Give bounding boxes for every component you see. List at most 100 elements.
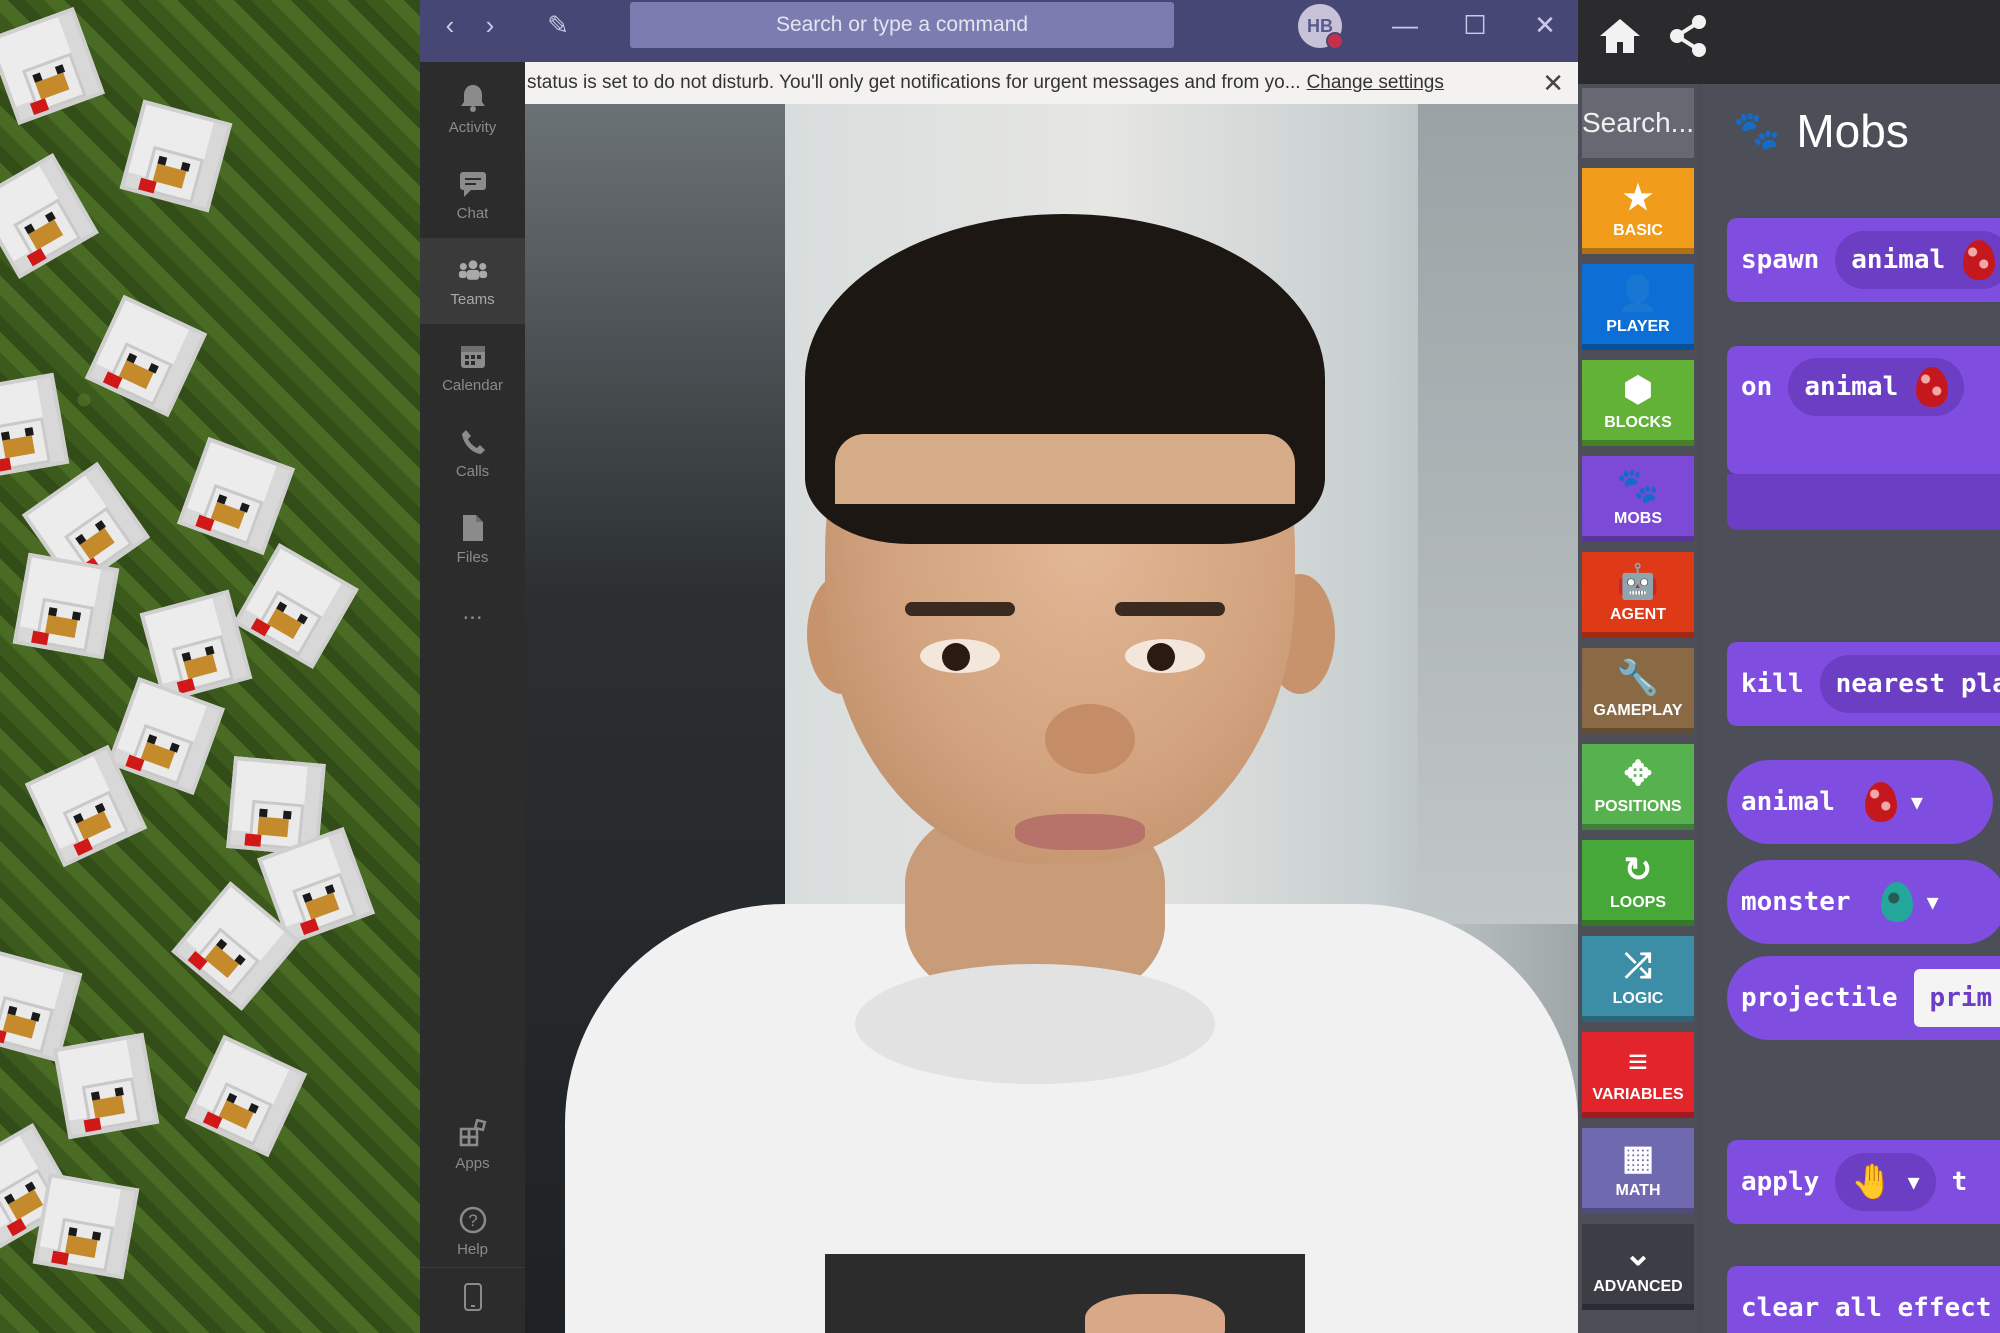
minecraft-chicken [52,1032,160,1140]
toolbox-category-gameplay[interactable]: 🔧 GAMEPLAY [1582,648,1694,734]
rail-item-chat[interactable]: Chat [420,152,525,238]
rail-item-teams[interactable]: Teams [420,238,525,324]
spawn-block[interactable]: spawn animal [1727,218,2000,302]
positions-category-icon: ✥ [1623,755,1653,793]
minecraft-world-view [0,0,420,1333]
home-icon[interactable] [1598,16,1642,61]
toolbox-category-logic[interactable]: ⤮ LOGIC [1582,936,1694,1022]
toolbox-search-input[interactable]: Search... [1582,88,1694,158]
clear-effects-block[interactable]: clear all effect [1727,1266,2000,1333]
toolbox-category-blocks[interactable]: ⬢ BLOCKS [1582,360,1694,446]
block-keyword: spawn [1741,245,1820,275]
category-label: POSITIONS [1594,798,1682,815]
flyout-title: Mobs [1796,105,1909,157]
bell-icon [458,83,488,113]
rail-label-help: Help [457,1240,488,1258]
toolbox-category-positions[interactable]: ✥ POSITIONS [1582,744,1694,830]
toolbox-category-basic[interactable]: ★ BASIC [1582,168,1694,254]
rail-item-files[interactable]: Files [420,496,525,582]
toolbox-category-advanced[interactable]: ⌄ ADVANCED [1582,1224,1694,1310]
category-label: ADVANCED [1593,1278,1683,1295]
compose-button[interactable]: ✎ [538,0,578,50]
category-label: BASIC [1613,222,1663,239]
on-animal-event-block[interactable]: on animal [1727,346,2000,474]
forward-button[interactable]: › [470,0,510,50]
mobile-device-icon [458,1282,488,1312]
effect-slot[interactable]: 🤚 ▼ [1835,1153,1936,1211]
rail-item-apps[interactable]: Apps [420,1102,525,1188]
rail-item-mobile[interactable] [420,1267,525,1332]
minecraft-chicken [84,294,208,418]
makecode-editor: Search... ★ BASIC 👤 PLAYER ⬢ BLOCKS 🐾 MOBS 🤖 AGEN… [1578,0,2000,1333]
command-search-input[interactable]: Search or type a command [630,2,1174,48]
block-keyword: projectile [1741,983,1898,1013]
toolbox-category-agent[interactable]: 🤖 AGENT [1582,552,1694,638]
kill-block[interactable]: kill nearest pla [1727,642,2000,726]
dropdown-caret-icon[interactable]: ▼ [1927,890,1939,914]
minecraft-chicken [0,7,105,125]
banner-text: status is set to do not disturb. You'll … [527,72,1301,93]
block-slot[interactable]: nearest pla [1819,655,2000,713]
rail-item-more[interactable]: ... [420,582,525,642]
spawn-egg-icon [1916,367,1949,407]
category-label: AGENT [1610,606,1666,623]
toolbox-category-loops[interactable]: ↻ LOOPS [1582,840,1694,926]
category-label: VARIABLES [1592,1086,1684,1103]
block-keyword: kill [1741,669,1804,699]
mobs-flyout: 🐾 Mobs spawn animal on animal kill neare… [1703,84,2000,1333]
projectile-value-block[interactable]: projectile prim [1727,956,2000,1040]
dropdown-caret-icon[interactable]: ▼ [1908,1170,1920,1194]
apps-icon [458,1118,488,1149]
teams-window: ‹ › ✎ Search or type a command HB — ☐ ✕ … [420,0,1578,1333]
minecraft-chicken [107,677,225,795]
calendar-icon [458,341,488,371]
share-icon[interactable] [1668,14,1708,63]
banner-close-icon[interactable]: ✕ [1542,68,1564,99]
rail-item-calls[interactable]: Calls [420,410,525,496]
monster-value-block[interactable]: monster ▼ [1727,860,2000,944]
makecode-header [1578,0,2000,84]
agent-category-icon: 🤖 [1616,563,1660,601]
minecraft-chicken [12,552,120,660]
phone-icon [458,427,488,457]
rail-label-activity: Activity [448,118,497,136]
category-label: LOGIC [1612,990,1664,1007]
block-slot[interactable]: animal [1788,358,1965,416]
minimize-button[interactable]: — [1380,0,1430,50]
category-label: GAMEPLAY [1593,702,1683,719]
basic-category-icon: ★ [1622,179,1654,217]
toolbox-category-variables[interactable]: ≡ VARIABLES [1582,1032,1694,1118]
maximize-button[interactable]: ☐ [1450,0,1500,50]
dropdown-caret-icon[interactable]: ▼ [1911,790,1923,814]
loops-category-icon: ↻ [1623,851,1653,889]
block-keyword: monster [1741,887,1851,917]
category-label: MOBS [1614,510,1662,527]
avatar[interactable]: HB [1298,4,1344,50]
block-slot[interactable]: prim [1913,969,2000,1027]
rail-item-calendar[interactable]: Calendar [420,324,525,410]
toolbox: Search... ★ BASIC 👤 PLAYER ⬢ BLOCKS 🐾 MOBS 🤖 AGEN… [1578,84,1698,1333]
animal-value-block[interactable]: animal ▼ [1727,760,1993,844]
rail-item-help[interactable]: ? Help [420,1188,525,1274]
change-settings-link[interactable]: Change settings [1307,72,1444,94]
category-label: MATH [1615,1182,1661,1199]
back-button[interactable]: ‹ [430,0,470,50]
toolbox-category-player[interactable]: 👤 PLAYER [1582,264,1694,350]
apply-effect-block[interactable]: apply 🤚 ▼ t [1727,1140,2000,1224]
chat-icon [458,169,488,199]
title-bar: ‹ › ✎ Search or type a command HB — ☐ ✕ [420,0,1578,62]
rail-item-activity[interactable]: Activity [420,66,525,152]
help-icon: ? [458,1205,488,1235]
spawn-egg-icon [1963,240,1996,280]
spawn-egg-icon [1864,782,1897,822]
close-button[interactable]: ✕ [1520,0,1570,50]
minecraft-chicken [32,1172,140,1280]
svg-text:?: ? [468,1211,477,1230]
toolbox-category-mobs[interactable]: 🐾 MOBS [1582,456,1694,542]
toolbox-category-math[interactable]: ▦ MATH [1582,1128,1694,1214]
minecraft-chicken [0,153,99,279]
block-slot[interactable]: animal [1835,231,2000,289]
event-block-footer [1727,474,2000,530]
category-label: PLAYER [1606,318,1670,335]
rail-label-calls: Calls [455,462,490,480]
